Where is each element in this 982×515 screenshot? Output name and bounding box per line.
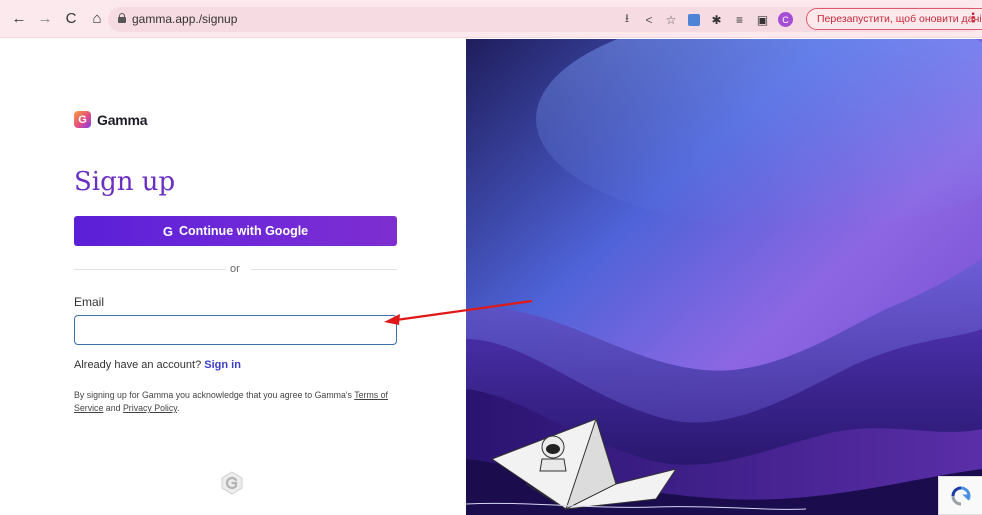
kebab-menu-icon[interactable]: ⋮ — [966, 10, 980, 26]
reading-list-icon[interactable]: ≡ — [728, 11, 751, 28]
email-label: Email — [74, 295, 105, 309]
terms-notice: By signing up for Gamma you acknowledge … — [74, 389, 399, 415]
signup-panel: G Gamma Sign up G Continue with Google o… — [0, 39, 466, 515]
share-icon[interactable]: < — [638, 11, 660, 28]
install-app-icon[interactable]: ⭳ — [616, 11, 638, 28]
gamma-footer-logo-icon — [221, 471, 243, 495]
have-account-text: Already have an account? — [74, 359, 202, 371]
avatar[interactable]: C — [778, 12, 793, 27]
continue-with-google-button[interactable]: G Continue with Google — [74, 216, 397, 246]
or-divider: or — [74, 263, 397, 275]
google-icon: G — [162, 223, 173, 239]
forward-icon[interactable]: → — [34, 8, 56, 30]
google-button-label: Continue with Google — [178, 224, 309, 238]
back-icon[interactable]: ← — [8, 8, 30, 30]
lock-icon[interactable] — [118, 13, 126, 23]
side-panel-icon[interactable]: ▣ — [751, 11, 774, 28]
home-icon[interactable]: ⌂ — [86, 8, 108, 30]
hero-illustration — [466, 39, 982, 515]
url-text[interactable]: gamma.app./signup — [132, 12, 237, 26]
email-field[interactable] — [74, 315, 397, 345]
relaunch-update-button[interactable]: Перезапустити, щоб оновити дані — [806, 8, 982, 30]
star-icon[interactable]: ☆ — [660, 11, 682, 28]
sign-in-link[interactable]: Sign in — [204, 359, 241, 371]
recaptcha-badge[interactable] — [938, 476, 982, 515]
sign-in-prompt: Already have an account? Sign in — [74, 359, 241, 371]
terms-period: . — [177, 403, 180, 413]
brand-name: Gamma — [97, 111, 148, 128]
page-title: Sign up — [74, 167, 176, 197]
terms-and-text: and — [105, 403, 121, 413]
divider-label: or — [230, 263, 240, 275]
puzzle-icon[interactable]: ✱ — [705, 11, 728, 28]
browser-toolbar: ← → C ⌂ gamma.app./signup ⭳ < ☆ ✱ ≡ ▣ C … — [0, 0, 982, 38]
landscape-illustration — [466, 39, 982, 515]
recaptcha-icon — [951, 486, 971, 505]
gamma-logo-icon: G — [74, 111, 91, 128]
reload-icon[interactable]: C — [60, 8, 82, 30]
privacy-policy-link[interactable]: Privacy Policy — [123, 403, 177, 413]
profile-avatar[interactable]: C — [774, 11, 797, 28]
address-bar[interactable]: gamma.app./signup ⭳ < ☆ ✱ ≡ ▣ C Перезапу… — [108, 7, 982, 32]
terms-text: By signing up for Gamma you acknowledge … — [74, 390, 352, 400]
gamma-logo[interactable]: G Gamma — [74, 111, 148, 128]
translate-extension-icon[interactable] — [682, 11, 705, 28]
